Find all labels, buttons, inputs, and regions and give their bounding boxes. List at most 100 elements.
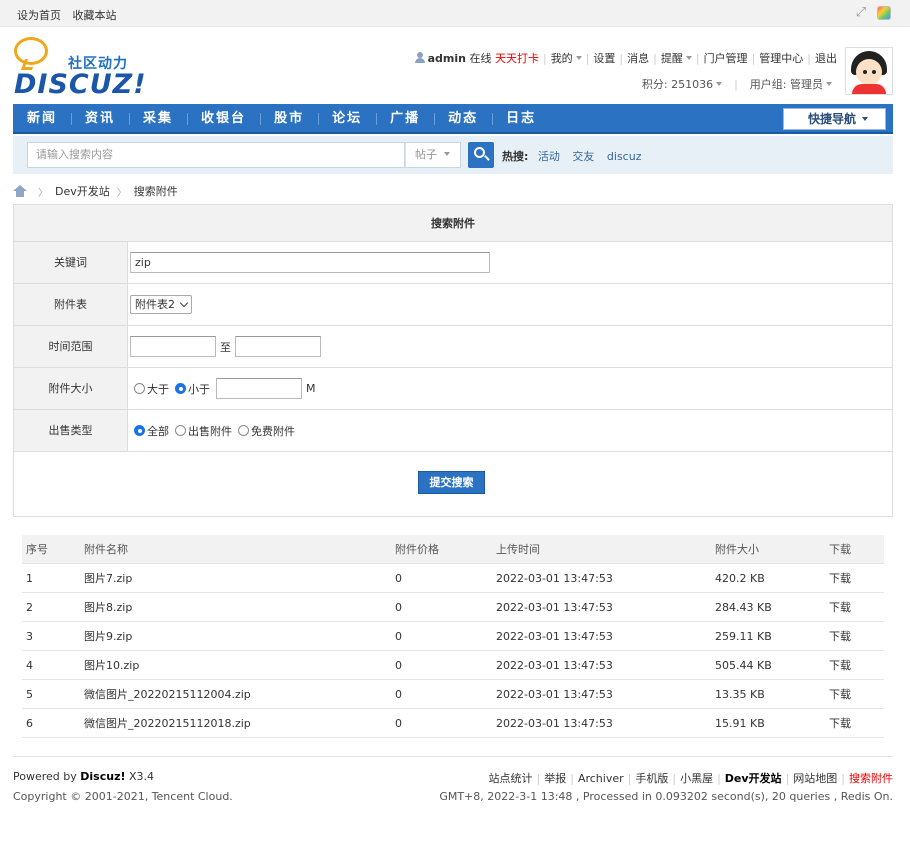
sale-paid-radio[interactable] [175,425,186,436]
attachment-table-select[interactable]: 附件表2 [130,295,192,314]
color-palette-icon[interactable] [877,6,891,20]
time-end-input[interactable] [235,336,321,357]
hot-keyword[interactable]: 活动 [538,150,560,163]
download-link[interactable]: 下载 [829,680,851,709]
username-link[interactable]: admin [428,52,466,65]
attachment-size: 505.44 KB [715,659,772,672]
download-link[interactable]: 下载 [829,651,851,680]
settings-link[interactable]: 设置 [593,52,615,65]
breadcrumb-separator-icon: 〉 [116,187,127,199]
download-link[interactable]: 下载 [829,622,851,651]
footer-link-blacklist[interactable]: 小黑屋 [680,772,713,785]
avatar[interactable] [845,47,893,95]
set-home-link[interactable]: 设为首页 [17,9,61,22]
admin-center-link[interactable]: 管理中心 [759,52,803,65]
remind-menu[interactable]: 提醒 [661,52,683,65]
usergroup-caret-icon [826,82,832,86]
footer-link-stats[interactable]: 站点统计 [489,772,533,785]
row-no: 4 [26,659,33,672]
nav-item-blog[interactable]: 日志 [492,104,550,134]
size-less-radio[interactable] [175,383,186,394]
attachment-price: 0 [395,630,402,643]
credits-menu[interactable]: 积分: 251036 [642,78,713,91]
hot-keyword[interactable]: discuz [607,150,642,163]
footer: Powered by Discuz! X3.4 Copyright © 2001… [13,756,893,803]
keyword-input[interactable]: zip [130,252,490,273]
attachment-size: 284.43 KB [715,601,772,614]
quick-nav-button[interactable]: 快捷导航 [783,108,886,130]
main-nav: 新闻 资讯 采集 收银台 股市 论坛 广播 动态 日志 快捷导航 [13,104,893,134]
nav-item-news[interactable]: 新闻 [13,104,71,134]
breadcrumb-site[interactable]: Dev开发站 [55,183,110,199]
site-logo[interactable]: 社区动力 DISCUZ! [14,37,146,100]
row-no: 6 [26,717,33,730]
nav-item-feed[interactable]: 动态 [434,104,492,134]
checkin-link[interactable]: 天天打卡 [495,52,539,65]
time-label: 时间范围 [14,326,128,367]
portal-admin-link[interactable]: 门户管理 [704,52,748,65]
attachment-name-link[interactable]: 微信图片_20220215112004.zip [84,680,251,709]
sale-all-radio[interactable] [134,425,145,436]
sale-paid-option[interactable]: 出售附件 [175,423,232,439]
size-greater-radio[interactable] [134,383,145,394]
search-type-label: 帖子 [415,148,437,161]
search-type-select[interactable]: 帖子 [405,142,461,168]
footer-link-search-attachments[interactable]: 搜索附件 [849,772,893,785]
top-links: 设为首页 收藏本站 [17,7,125,23]
download-link[interactable]: 下载 [829,564,851,593]
user-bar: admin 在线 天天打卡 | 我的 | 设置 | 消息 | 提醒 | 门户管理 | 管理中心 | 退出 [414,50,837,66]
online-status: 在线 [469,52,492,65]
footer-link-report[interactable]: 举报 [544,772,566,785]
attachment-name-link[interactable]: 图片10.zip [84,651,139,680]
powered-brand-link[interactable]: Discuz! [80,770,125,783]
nav-item-collect[interactable]: 采集 [129,104,187,134]
download-link[interactable]: 下载 [829,709,851,738]
footer-link-site[interactable]: Dev开发站 [725,772,782,785]
sale-row: 出售类型 全部 出售附件 免费附件 [14,410,892,452]
sale-free-option[interactable]: 免费附件 [238,423,295,439]
search-button[interactable] [468,142,494,168]
attachment-size: 13.35 KB [715,688,765,701]
table-row: 3 图片9.zip 0 2022-03-01 13:47:53 259.11 KB 下载 [22,622,884,651]
header: 社区动力 DISCUZ! admin 在线 天天打卡 | 我的 | 设置 | 消息 | 提醒 | 门… [0,27,910,103]
sale-label: 出售类型 [14,410,128,451]
my-menu[interactable]: 我的 [551,52,573,65]
download-link[interactable]: 下载 [829,593,851,622]
usergroup-menu[interactable]: 用户组: 管理员 [750,78,823,91]
attachment-name-link[interactable]: 图片8.zip [84,593,132,622]
home-icon[interactable] [13,185,27,197]
nav-item-cashier[interactable]: 收银台 [187,104,260,134]
attachment-name-link[interactable]: 微信图片_20220215112018.zip [84,709,251,738]
row-no: 2 [26,601,33,614]
logo-bubble-icon [14,37,48,65]
footer-link-mobile[interactable]: 手机版 [635,772,668,785]
user-icon [414,52,425,63]
logout-link[interactable]: 退出 [815,52,837,65]
attachment-size: 15.91 KB [715,717,765,730]
header-price: 附件价格 [395,543,439,556]
nav-item-stocks[interactable]: 股市 [260,104,318,134]
messages-link[interactable]: 消息 [627,52,649,65]
sale-free-label: 免费附件 [251,424,295,438]
size-greater-label: 大于 [147,382,169,396]
search-input[interactable]: 请输入搜索内容 [27,142,405,168]
sale-free-radio[interactable] [238,425,249,436]
footer-link-archiver[interactable]: Archiver [578,772,624,785]
time-start-input[interactable] [130,336,216,357]
upload-time: 2022-03-01 13:47:53 [496,688,613,701]
nav-item-info[interactable]: 资讯 [71,104,129,134]
size-greater-option[interactable]: 大于 [134,381,169,397]
bookmark-link[interactable]: 收藏本站 [73,9,117,22]
top-bar: 设为首页 收藏本站 ⤢ [0,0,910,27]
hot-keyword[interactable]: 交友 [572,150,594,163]
footer-link-sitemap[interactable]: 网站地图 [793,772,837,785]
attachment-name-link[interactable]: 图片9.zip [84,622,132,651]
size-input[interactable] [216,378,302,399]
size-less-option[interactable]: 小于 [175,381,210,397]
attachment-name-link[interactable]: 图片7.zip [84,564,132,593]
nav-item-forum[interactable]: 论坛 [318,104,376,134]
nav-item-broadcast[interactable]: 广播 [376,104,434,134]
submit-search-button[interactable]: 提交搜索 [418,471,485,494]
sale-all-option[interactable]: 全部 [134,423,169,439]
expand-icon[interactable]: ⤢ [854,6,868,20]
